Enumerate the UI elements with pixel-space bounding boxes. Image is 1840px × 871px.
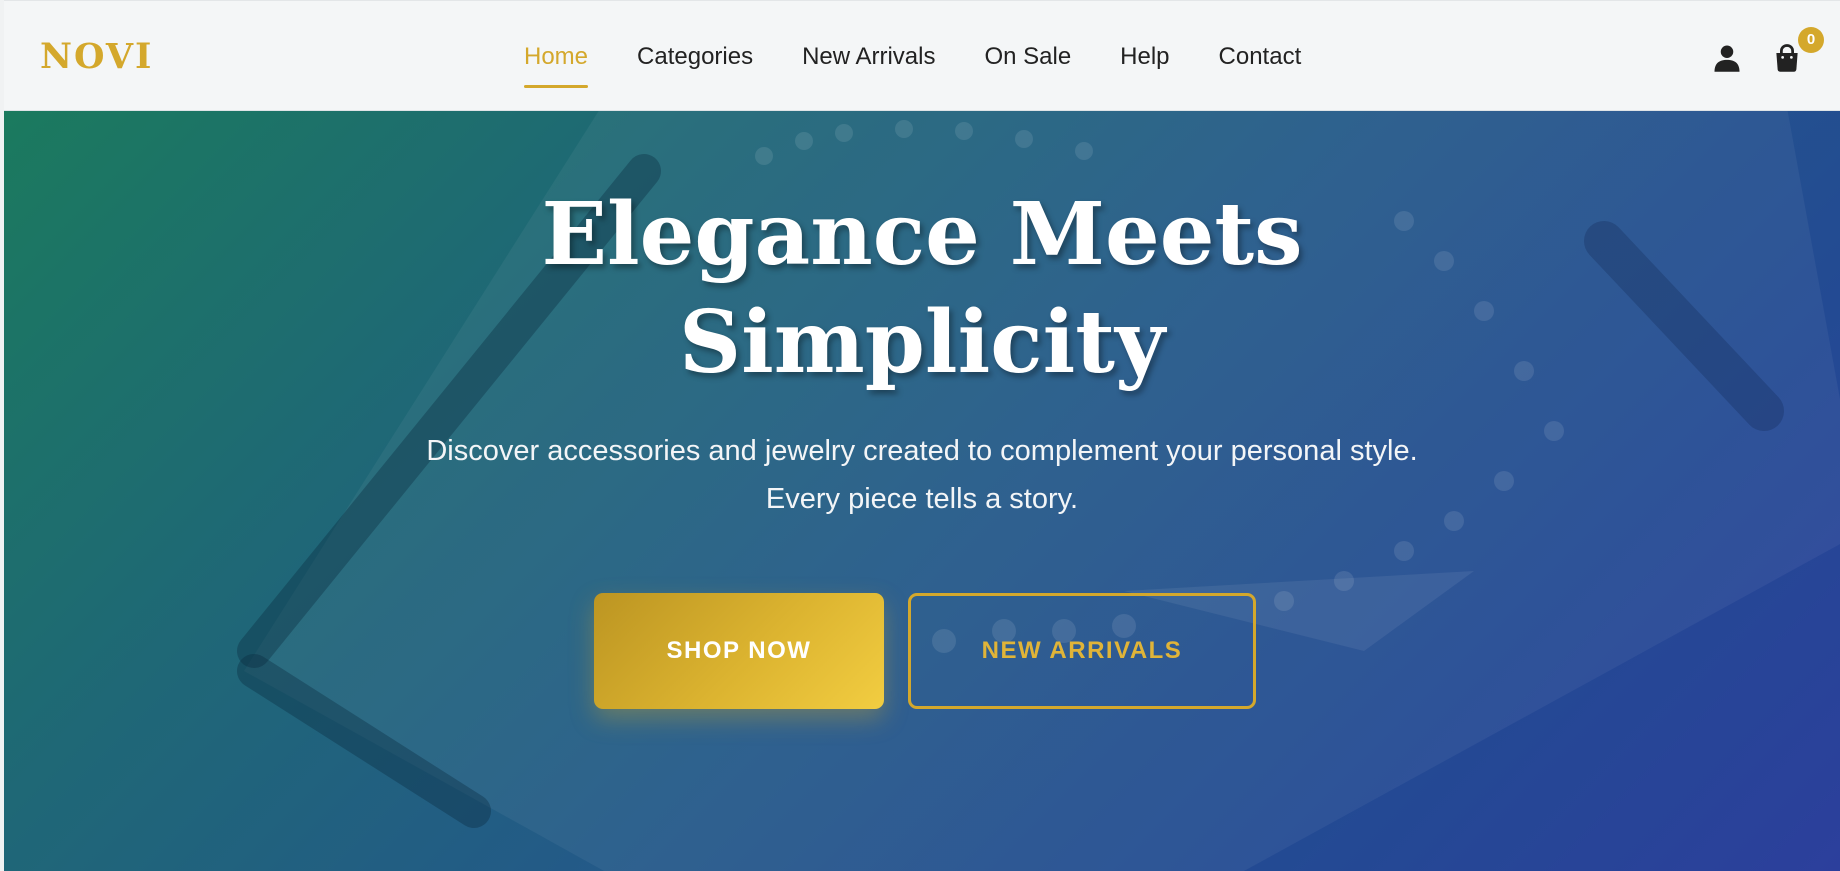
nav-item-categories[interactable]: Categories	[637, 1, 753, 71]
hero-subtitle: Discover accessories and jewelry created…	[426, 435, 1418, 515]
page: NOVI Home Categories New Arrivals On Sal…	[0, 0, 1840, 871]
nav-item-home[interactable]: Home	[524, 1, 589, 88]
nav-item-new-arrivals[interactable]: New Arrivals	[802, 1, 935, 71]
logo[interactable]: NOVI	[40, 37, 153, 77]
hero-section: Elegance Meets Simplicity Discover acces…	[4, 111, 1840, 871]
new-arrivals-button[interactable]: NEW ARRIVALS	[908, 593, 1256, 709]
nav-item-contact[interactable]: Contact	[1219, 1, 1302, 71]
cart-count-badge: 0	[1798, 27, 1824, 53]
shop-now-button[interactable]: SHOP NOW	[594, 593, 884, 709]
hero-title-line-1: Elegance Meets	[541, 184, 1303, 285]
nav-item-help[interactable]: Help	[1120, 1, 1169, 71]
shopping-bag-icon[interactable]	[1772, 43, 1802, 73]
hero-title: Elegance Meets Simplicity	[4, 181, 1840, 397]
user-icon[interactable]	[1712, 43, 1742, 73]
site-header: NOVI Home Categories New Arrivals On Sal…	[4, 0, 1840, 111]
nav-item-on-sale[interactable]: On Sale	[984, 1, 1071, 71]
main-nav: Home Categories New Arrivals On Sale Hel…	[524, 1, 1350, 112]
hero-title-line-2: Simplicity	[679, 292, 1165, 393]
